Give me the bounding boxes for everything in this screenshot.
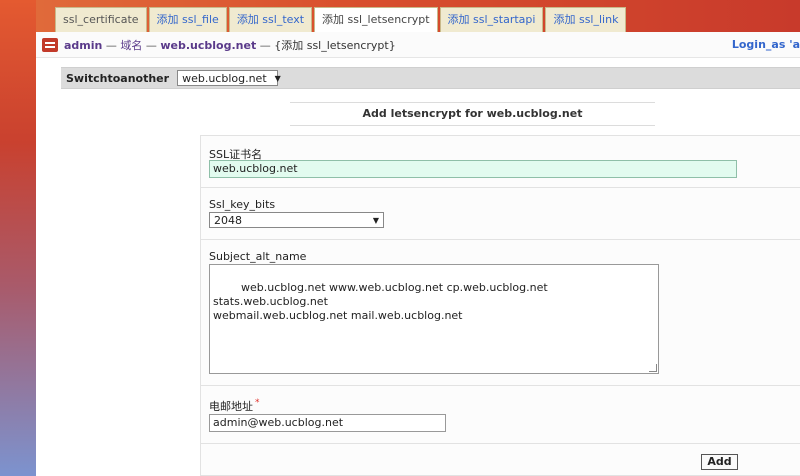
breadcrumb-user[interactable]: admin [64,39,102,52]
switch-bar: Switchtoanother web.ucblog.net ▼ [61,67,800,89]
server-icon [42,37,58,52]
background-left [0,0,36,476]
key-bits-row: Ssl_key_bits 2048 ▼ [201,188,800,240]
tab-ssl-certificate[interactable]: ssl_certificate [55,7,147,32]
tab-add-ssl-link[interactable]: 添加 ssl_link [545,7,627,32]
ssl-name-row: SSL证书名 web.ucblog.net [201,136,800,188]
breadcrumb: admin — 域名 — web.ucblog.net — {添加 ssl_le… [36,32,800,58]
form-title: Add letsencrypt for web.ucblog.net [290,102,655,126]
tab-add-ssl-startapi[interactable]: 添加 ssl_startapi [439,7,544,32]
email-row: 电邮地址 * admin@web.ucblog.net [201,386,800,444]
key-bits-select[interactable]: 2048 ▼ [209,212,384,228]
alt-name-label: Subject_alt_name [209,250,307,263]
alt-name-textarea[interactable]: web.ucblog.net www.web.ucblog.net cp.web… [209,264,659,374]
email-label: 电邮地址 * [209,398,260,413]
tab-add-ssl-text[interactable]: 添加 ssl_text [228,7,313,32]
key-bits-value: 2048 [214,213,242,227]
letsencrypt-form: SSL证书名 web.ucblog.net Ssl_key_bits 2048 … [200,135,800,476]
tab-add-ssl-file[interactable]: 添加 ssl_file [148,7,227,32]
breadcrumb-section[interactable]: 域名 [120,39,142,52]
add-button[interactable]: Add [701,454,738,470]
ssl-name-input[interactable]: web.ucblog.net [209,160,737,178]
tab-add-ssl-letsencrypt[interactable]: 添加 ssl_letsencrypt [314,7,438,32]
switch-label: Switchtoanother [66,71,170,85]
dropdown-arrow-icon: ▼ [372,215,379,225]
breadcrumb-domain[interactable]: web.ucblog.net [160,39,256,52]
domain-switch-select[interactable]: web.ucblog.net ▼ [177,70,281,86]
alt-name-row: Subject_alt_name web.ucblog.net www.web.… [201,240,800,386]
resize-handle-icon[interactable] [649,364,657,372]
email-input[interactable]: admin@web.ucblog.net [209,414,446,432]
breadcrumb-text: admin — 域名 — web.ucblog.net — {添加 ssl_le… [64,38,396,52]
breadcrumb-action: {添加 ssl_letsencrypt} [274,38,396,52]
dropdown-arrow-icon: ▼ [274,73,281,83]
domain-switch-value: web.ucblog.net [182,71,267,85]
key-bits-label: Ssl_key_bits [209,198,276,211]
alt-name-value: web.ucblog.net www.web.ucblog.net cp.web… [213,281,548,322]
login-as-link[interactable]: Login_as 'a [732,38,800,51]
required-mark: * [255,398,260,408]
main-panel: admin — 域名 — web.ucblog.net — {添加 ssl_le… [36,32,800,476]
tab-bar: ssl_certificate 添加 ssl_file 添加 ssl_text … [55,7,627,32]
